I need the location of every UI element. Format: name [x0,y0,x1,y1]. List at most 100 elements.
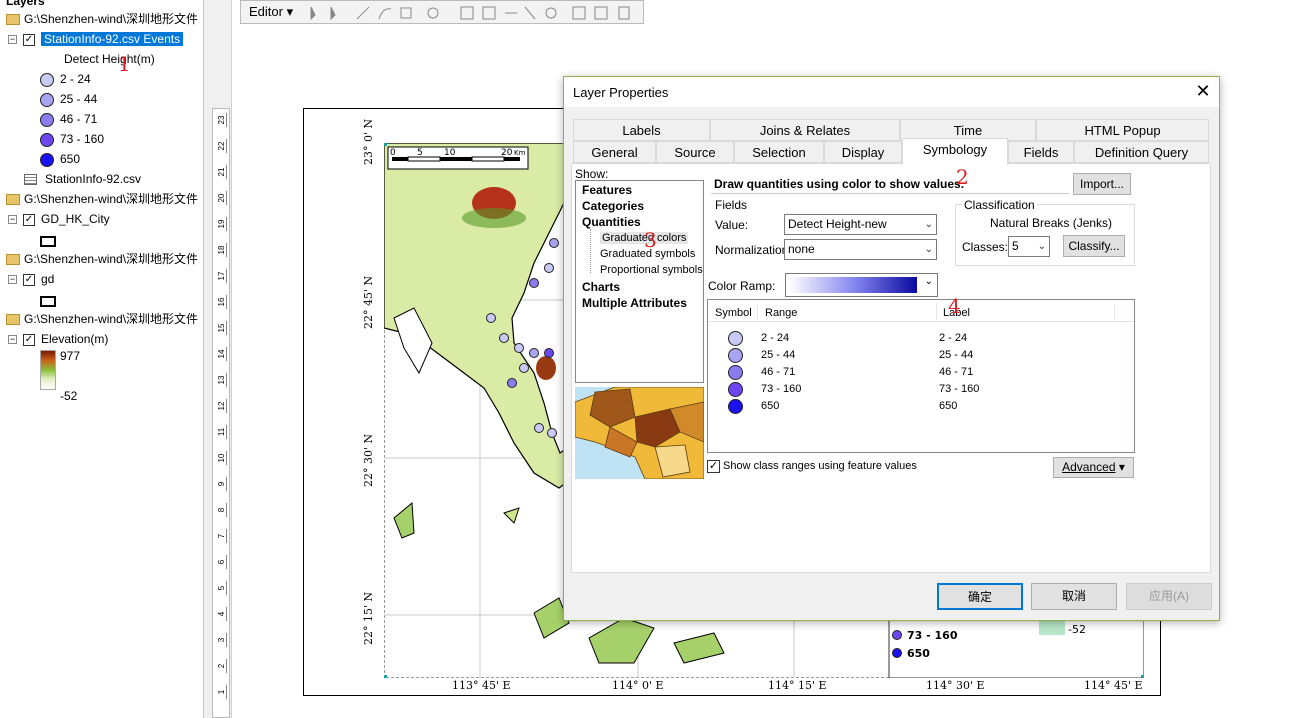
map-legend-box [888,612,1144,678]
class-symbol-icon[interactable] [728,382,743,397]
class-symbol-icon[interactable] [728,365,743,380]
class-range[interactable]: 73 - 160 [761,383,801,395]
col-symbol[interactable]: Symbol [715,307,752,319]
toc-city-symbol[interactable] [40,232,56,250]
class-symbol-icon [40,112,54,127]
class-row[interactable]: 46 - 71 46 - 71 [708,364,1128,381]
tab-general[interactable]: General [573,141,656,163]
toc-folder-4[interactable]: G:\Shenzhen-wind\深圳地形文件 [6,310,198,328]
folder-icon [6,194,20,206]
tab-selection[interactable]: Selection [734,141,824,163]
class-symbol-icon[interactable] [728,399,743,414]
import-button[interactable]: Import... [1073,173,1131,195]
create-features-icon [618,6,630,20]
tree-item-multiple-attributes[interactable]: Multiple Attributes [582,296,687,310]
col-range[interactable]: Range [765,307,797,319]
lon-label: 114° 45' E [1084,679,1143,692]
layer-visibility-checkbox[interactable]: ✓ [23,273,35,286]
tree-item-quantities[interactable]: Quantities [582,215,641,229]
tab-source[interactable]: Source [656,141,734,163]
layer-visibility-checkbox[interactable]: ✓ [23,213,35,226]
class-label[interactable]: 25 - 44 [939,349,973,361]
class-row[interactable]: 25 - 44 25 - 44 [708,347,1128,364]
legend-elev-label: -52 [1068,623,1086,636]
tab-display[interactable]: Display [824,141,902,163]
class-label[interactable]: 73 - 160 [939,383,979,395]
tab-symbology[interactable]: Symbology [902,138,1008,165]
ok-button[interactable]: 确定 [937,583,1023,610]
collapse-icon[interactable]: − [8,215,17,225]
legend-elevation-swatch [1039,621,1065,635]
relief-high-area [536,356,556,380]
layer-name-selected[interactable]: StationInfo-92.csv Events [41,32,184,46]
editor-tools-icons[interactable] [303,4,633,22]
class-row[interactable]: 650 650 [708,398,1128,415]
tab-fields[interactable]: Fields [1008,141,1074,163]
toc-layer-stations[interactable]: − ✓ StationInfo-92.csv Events [8,30,184,48]
layer-visibility-checkbox[interactable]: ✓ [23,33,35,46]
normalization-select[interactable]: none ⌄ [784,239,937,260]
tab-definition-query[interactable]: Definition Query [1074,141,1209,163]
toc-class-3[interactable]: 46 - 71 [40,110,97,128]
class-range[interactable]: 25 - 44 [761,349,795,361]
toc-folder-2[interactable]: G:\Shenzhen-wind\深圳地形文件 [6,190,198,208]
class-range[interactable]: 2 - 24 [761,332,789,344]
apply-button[interactable]: 应用(A) [1126,583,1212,610]
toc-layer-elevation[interactable]: − ✓ Elevation(m) [8,330,108,348]
class-label[interactable]: 650 [939,400,957,412]
toc-folder-3[interactable]: G:\Shenzhen-wind\深圳地形文件 [6,250,198,268]
advanced-button[interactable]: Advanced ▾ [1053,457,1134,478]
class-label[interactable]: 46 - 71 [939,366,973,378]
cancel-button[interactable]: 取消 [1031,583,1117,610]
collapse-icon[interactable]: − [8,335,17,345]
classes-select[interactable]: 5 ⌄ [1008,236,1050,257]
show-ranges-checkbox[interactable]: ✓ [707,460,720,473]
value-field-select[interactable]: Detect Height-new ⌄ [784,214,937,235]
ruler-tick-label: 19 [217,217,227,231]
toc-class-5[interactable]: 650 [40,150,80,168]
toc-class-4[interactable]: 73 - 160 [40,130,104,148]
tab-joins-relates[interactable]: Joins & Relates [710,119,900,141]
tree-item-categories[interactable]: Categories [582,199,644,213]
scale-bar-label: 20 [501,148,513,158]
class-range[interactable]: 650 [761,400,779,412]
ruler-tick-label: 21 [217,165,227,179]
class-label[interactable]: 2 - 24 [939,332,967,344]
cut-icon [524,6,536,20]
class-range[interactable]: 46 - 71 [761,366,795,378]
scale-bar-label: 0 [390,148,396,158]
collapse-icon[interactable]: − [8,35,17,45]
table-icon [24,174,37,186]
toc-gd-symbol[interactable] [40,292,56,310]
table-of-contents: Layers G:\Shenzhen-wind\深圳地形文件 − ✓ Station… [0,0,204,718]
classify-button[interactable]: Classify... [1063,235,1125,257]
elevation-ramp-swatch [40,350,56,390]
toc-class-2[interactable]: 25 - 44 [40,90,97,108]
lon-label: 114° 0' E [612,679,664,692]
tree-item-charts[interactable]: Charts [582,280,620,294]
toc-layer-city[interactable]: − ✓ GD_HK_City [8,210,110,228]
class-row[interactable]: 2 - 24 2 - 24 [708,330,1128,347]
toc-class-1[interactable]: 2 - 24 [40,70,91,88]
tree-item-features[interactable]: Features [582,183,632,197]
color-ramp-select[interactable]: ⌄ [785,273,938,297]
tree-item-proportional-symbols[interactable]: Proportional symbols [600,264,703,276]
scale-bar-label: 10 [444,148,456,158]
toc-table[interactable]: StationInfo-92.csv [24,170,141,188]
ruler-tick-label: 11 [217,425,227,439]
vertical-ruler: 23 22 21 20 19 18 17 16 15 14 13 12 11 10 9 8 7 6 5 4 3 2 1 [212,108,230,718]
toc-folder-1[interactable]: G:\Shenzhen-wind\深圳地形文件 [6,10,198,28]
class-symbol-icon[interactable] [728,331,743,346]
close-icon[interactable]: ✕ [1192,80,1214,102]
annotation-marker-2: 2 [956,165,969,189]
layer-visibility-checkbox[interactable]: ✓ [23,333,35,346]
toc-layer-gd[interactable]: − ✓ gd [8,270,54,288]
collapse-icon[interactable]: − [8,275,17,285]
split-icon [482,6,496,20]
tab-labels[interactable]: Labels [573,119,710,141]
tab-html-popup[interactable]: HTML Popup [1036,119,1209,141]
class-row[interactable]: 73 - 160 73 - 160 [708,381,1128,398]
class-symbol-icon[interactable] [728,348,743,363]
editor-menu-button[interactable]: Editor ▾ [245,3,297,21]
ruler-tick-label: 17 [217,269,227,283]
